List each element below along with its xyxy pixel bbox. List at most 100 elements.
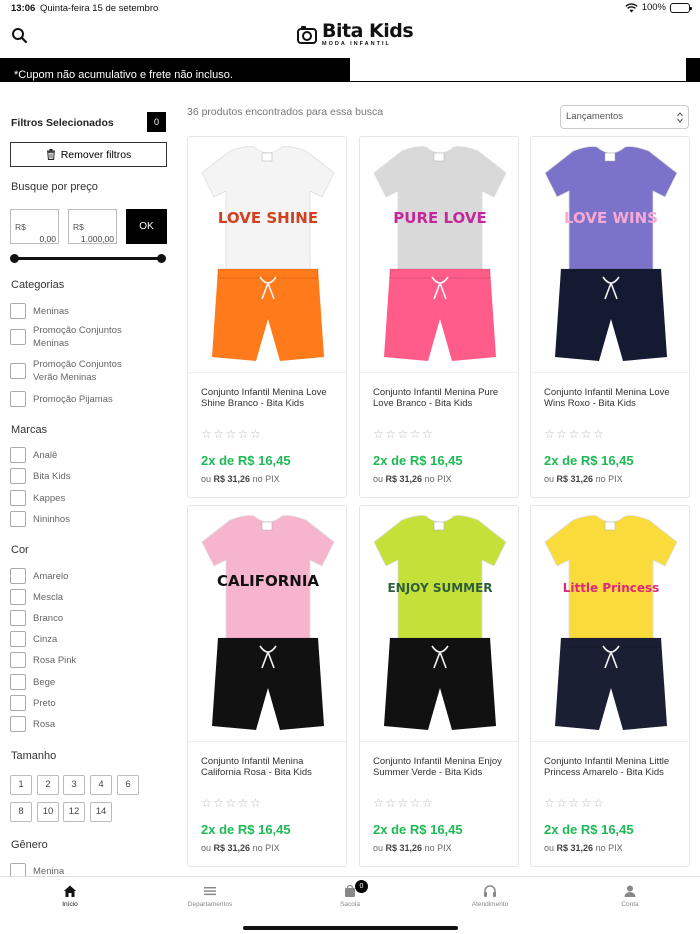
brand-option[interactable]: Analê: [10, 447, 57, 463]
status-date: Quinta-feira 15 de setembro: [40, 3, 159, 14]
size-option[interactable]: 10: [37, 802, 59, 822]
size-option[interactable]: 14: [90, 802, 112, 822]
brand-option[interactable]: Nininhos: [10, 511, 70, 527]
color-option[interactable]: Branco: [10, 610, 63, 626]
category-option[interactable]: Promoção Pijamas: [10, 391, 113, 407]
product-name[interactable]: Conjunto Infantil Menina Love Shine Bran…: [201, 387, 331, 409]
checkbox[interactable]: [10, 610, 26, 626]
product-card[interactable]: LOVE WINS Conjunto Infantil Menina Love …: [530, 136, 690, 498]
size-option[interactable]: 1: [10, 775, 32, 795]
max-price-field[interactable]: R$ 1.000,00: [68, 209, 117, 244]
installment-price: 2x de R$ 16,45: [544, 453, 634, 468]
brand-tag: [604, 152, 616, 162]
installment-price: 2x de R$ 16,45: [373, 822, 463, 837]
checkbox[interactable]: [10, 652, 26, 668]
size-option[interactable]: 6: [117, 775, 139, 795]
checkbox[interactable]: [10, 329, 26, 345]
checkbox[interactable]: [10, 716, 26, 732]
user-icon: [624, 885, 636, 897]
product-card[interactable]: CALIFORNIA Conjunto Infantil Menina Cali…: [187, 505, 347, 867]
tab-home[interactable]: Início: [30, 884, 110, 908]
cart-count-badge: 0: [355, 880, 368, 893]
search-icon[interactable]: [10, 26, 30, 46]
pix-amount: R$ 31,26: [213, 474, 251, 484]
checkbox[interactable]: [10, 568, 26, 584]
color-option[interactable]: Preto: [10, 695, 56, 711]
banner-blank-area: [350, 58, 686, 81]
color-option[interactable]: Bege: [10, 674, 55, 690]
size-option[interactable]: 2: [37, 775, 59, 795]
product-image[interactable]: LOVE SHINE: [188, 137, 346, 373]
remove-filters-button[interactable]: Remover filtros: [10, 142, 167, 167]
tshirt-shape: [544, 515, 678, 645]
color-option[interactable]: Mescla: [10, 589, 63, 605]
pix-prefix: ou: [544, 474, 555, 484]
checkbox[interactable]: [10, 391, 26, 407]
color-option[interactable]: Cinza: [10, 631, 57, 647]
shirt-print: ENJOY SUMMER: [387, 581, 492, 595]
list-icon: [204, 887, 216, 896]
product-card[interactable]: PURE LOVE Conjunto Infantil Menina Pure …: [359, 136, 519, 498]
size-option[interactable]: 3: [63, 775, 85, 795]
product-image[interactable]: ENJOY SUMMER: [360, 506, 518, 742]
checkbox[interactable]: [10, 363, 26, 379]
color-option[interactable]: Rosa Pink: [10, 652, 76, 668]
product-image[interactable]: PURE LOVE: [360, 137, 518, 373]
checkbox[interactable]: [10, 468, 26, 484]
sort-select[interactable]: Lançamentos: [560, 105, 689, 129]
pix-price: ou R$ 31,26 no PIX: [201, 474, 280, 484]
size-option[interactable]: 4: [90, 775, 112, 795]
tab-departments-label: Departamentos: [187, 901, 233, 908]
tab-account[interactable]: Conta: [590, 884, 670, 908]
category-option[interactable]: Promoção Conjuntos Verão Meninas: [10, 358, 160, 384]
product-name[interactable]: Conjunto Infantil Menina California Rosa…: [201, 756, 331, 778]
product-card[interactable]: ENJOY SUMMER Conjunto Infantil Menina En…: [359, 505, 519, 867]
checkbox[interactable]: [10, 511, 26, 527]
checkbox[interactable]: [10, 303, 26, 319]
tab-bag[interactable]: 0 Sacola: [310, 880, 390, 908]
product-card[interactable]: Little Princess Conjunto Infantil Menina…: [530, 505, 690, 867]
filters-sidebar: Filtros Selecionados 0 Remover filtros B…: [0, 82, 180, 876]
checkbox[interactable]: [10, 631, 26, 647]
checkbox[interactable]: [10, 490, 26, 506]
min-price-field[interactable]: R$ 0,00: [10, 209, 59, 244]
tab-support[interactable]: Atendimento: [450, 884, 530, 908]
product-name[interactable]: Conjunto Infantil Menina Love Wins Roxo …: [544, 387, 674, 409]
pix-price: ou R$ 31,26 no PIX: [544, 843, 623, 853]
product-image[interactable]: CALIFORNIA: [188, 506, 346, 742]
checkbox[interactable]: [10, 589, 26, 605]
slider-max-handle[interactable]: [157, 254, 166, 263]
color-option[interactable]: Rosa: [10, 716, 55, 732]
color-option[interactable]: Amarelo: [10, 568, 68, 584]
gender-option[interactable]: Menina: [10, 863, 64, 876]
price-range-slider[interactable]: [10, 254, 166, 263]
category-option[interactable]: Promoção Conjuntos Meninas: [10, 324, 160, 350]
sort-selected-value: Lançamentos: [566, 111, 624, 122]
size-option[interactable]: 12: [63, 802, 85, 822]
product-name[interactable]: Conjunto Infantil Menina Pure Love Branc…: [373, 387, 503, 409]
min-price-value: 0,00: [39, 234, 56, 244]
product-name[interactable]: Conjunto Infantil Menina Little Princess…: [544, 756, 674, 778]
checkbox[interactable]: [10, 674, 26, 690]
product-image[interactable]: LOVE WINS: [531, 137, 689, 373]
checkbox[interactable]: [10, 447, 26, 463]
pix-amount: R$ 31,26: [213, 843, 251, 853]
product-image[interactable]: Little Princess: [531, 506, 689, 742]
app-header: Bita Kids MODA INFANTIL: [0, 18, 700, 58]
product-card[interactable]: LOVE SHINE Conjunto Infantil Menina Love…: [187, 136, 347, 498]
slider-min-handle[interactable]: [10, 254, 19, 263]
tab-departments[interactable]: Departamentos: [170, 884, 250, 908]
size-option[interactable]: 8: [10, 802, 32, 822]
waistband: [560, 268, 662, 279]
price-ok-button[interactable]: OK: [126, 209, 167, 244]
checkbox[interactable]: [10, 695, 26, 711]
brand-option[interactable]: Bita Kids: [10, 468, 71, 484]
product-name[interactable]: Conjunto Infantil Menina Enjoy Summer Ve…: [373, 756, 503, 778]
waistband: [217, 637, 319, 648]
checkbox[interactable]: [10, 863, 26, 876]
brand-option[interactable]: Kappes: [10, 490, 65, 506]
brand-logo[interactable]: Bita Kids MODA INFANTIL: [296, 22, 414, 47]
chevron-updown-icon: [677, 112, 683, 123]
pix-price: ou R$ 31,26 no PIX: [373, 474, 452, 484]
category-option[interactable]: Meninas: [10, 303, 69, 319]
